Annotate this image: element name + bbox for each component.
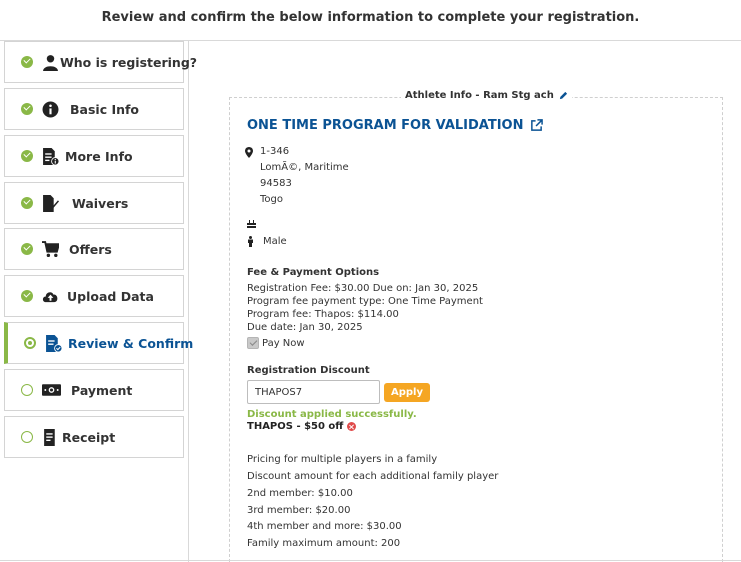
step-label: Offers [69,242,112,257]
address-line-2: LomÃ©, Maritime [260,162,349,173]
fee-options-heading: Fee & Payment Options [247,267,380,278]
pay-now-checkbox[interactable] [247,337,259,349]
pay-now-option[interactable]: Pay Now [247,337,305,349]
payment-type-line: Program fee payment type: One Time Payme… [247,296,483,307]
user-icon [41,53,59,71]
address-line-1: 1-346 [260,146,290,157]
step-complete-icon [21,103,33,115]
athlete-info-legend: Athlete Info - Ram Stg ach [401,90,572,101]
discount-success-message: Discount applied successfully. [247,409,417,420]
step-label: Waivers [72,196,129,211]
step-upload-data[interactable]: Upload Data [4,275,184,317]
step-pending-icon [21,431,33,443]
fourth-member-discount: 4th member and more: $30.00 [247,521,402,532]
step-complete-icon [21,290,33,302]
step-complete-icon [21,150,33,162]
step-label: Receipt [62,430,116,445]
step-label: Review & Confirm [68,336,194,351]
document-info-icon [41,147,59,165]
program-title-link[interactable]: ONE TIME PROGRAM FOR VALIDATION [247,118,543,133]
applied-discount-text: THAPOS - $50 off [247,421,344,432]
step-pending-icon [21,384,33,396]
male-icon [248,236,253,247]
second-member-discount: 2nd member: $10.00 [247,488,353,499]
step-label: More Info [65,149,133,164]
athlete-info-title: Athlete Info - Ram Stg ach [405,90,554,101]
cart-icon [41,240,59,258]
cash-icon [41,381,61,399]
family-maximum: Family maximum amount: 200 [247,538,401,549]
page-title: Review and confirm the below information… [101,10,640,25]
page-header: Review and confirm the below information… [0,0,741,41]
program-title: ONE TIME PROGRAM FOR VALIDATION [247,118,524,133]
athlete-info-card: Athlete Info - Ram Stg ach ONE TIME PROG… [229,90,723,562]
step-label: Payment [71,383,133,398]
step-more-info[interactable]: More Info [4,135,184,177]
step-review-confirm[interactable]: Review & Confirm [4,322,193,364]
map-marker-icon [245,147,253,158]
apply-discount-button[interactable]: Apply [384,383,430,402]
step-complete-icon [21,56,33,68]
program-fee-line: Program fee: Thapos: $114.00 [247,309,399,320]
birthday-cake-icon [247,220,256,228]
edit-pencil-icon[interactable] [559,91,568,100]
step-offers[interactable]: Offers [4,228,184,270]
steps-sidebar: Who is registering? Basic Info More Info… [0,41,197,562]
step-payment[interactable]: Payment [4,369,184,411]
step-basic-info[interactable]: Basic Info [4,88,184,130]
step-who-is-registering[interactable]: Who is registering? [4,41,197,83]
cloud-upload-icon [41,287,59,305]
step-label: Who is registering? [60,55,198,70]
step-label: Basic Info [70,102,140,117]
external-link-icon [530,119,543,131]
info-circle-icon [41,100,59,118]
athlete-gender: Male [263,236,287,247]
applied-discount: THAPOS - $50 off [247,421,357,432]
multi-player-description: Discount amount for each additional fami… [247,471,499,482]
address-postal: 94583 [260,178,292,189]
discount-heading: Registration Discount [247,365,370,376]
step-label: Upload Data [67,289,154,304]
third-member-discount: 3rd member: $20.00 [247,505,351,516]
document-check-icon [44,334,62,352]
discount-code-input[interactable] [247,380,380,404]
registration-fee-line: Registration Fee: $30.00 Due on: Jan 30,… [247,283,479,294]
step-current-icon [24,337,36,349]
step-waivers[interactable]: Waivers [4,182,184,224]
document-sign-icon [41,194,59,212]
address-country: Togo [260,194,283,205]
step-receipt[interactable]: Receipt [4,416,184,458]
remove-discount-icon[interactable] [347,422,357,431]
bottom-divider [0,560,741,561]
receipt-icon [41,428,59,446]
step-complete-icon [21,243,33,255]
due-date-line: Due date: Jan 30, 2025 [247,322,363,333]
multi-player-heading: Pricing for multiple players in a family [247,454,438,465]
step-complete-icon [21,197,33,209]
pay-now-label: Pay Now [262,337,305,349]
